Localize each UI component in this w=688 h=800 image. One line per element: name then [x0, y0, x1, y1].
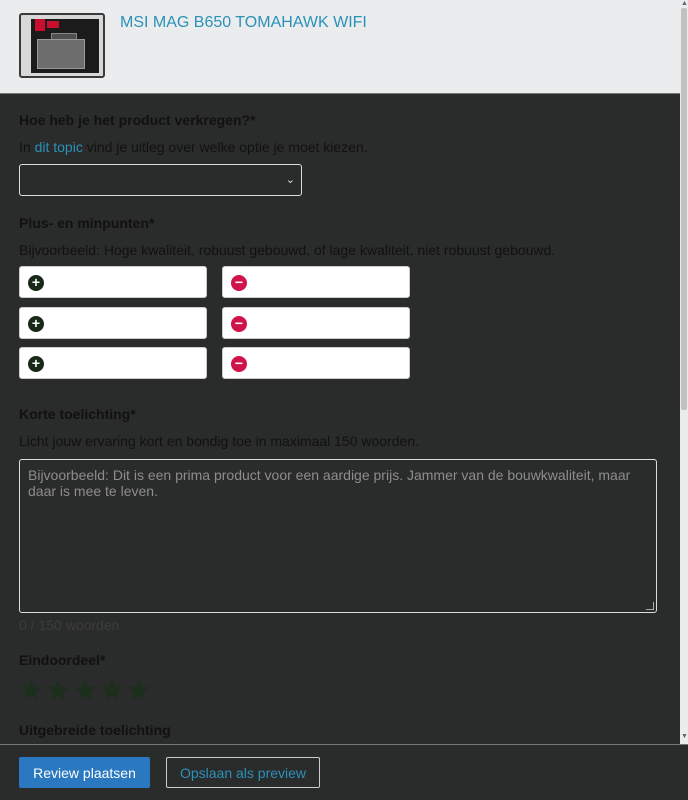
- acquired-desc-suffix: vind je uitleg over welke optie je moet …: [82, 139, 368, 155]
- submit-review-button[interactable]: Review plaatsen: [19, 757, 150, 788]
- scrollbar[interactable]: ▲ ▼: [680, 0, 688, 744]
- star-icon[interactable]: [19, 678, 43, 702]
- star-icon[interactable]: [46, 678, 70, 702]
- extended-label: Uitgebreide toelichting: [19, 722, 171, 738]
- form-footer: Review plaatsen Opslaan als preview: [0, 744, 688, 800]
- product-title[interactable]: MSI MAG B650 TOMAHAWK WIFI: [120, 14, 367, 32]
- proscons-example: Bijvoorbeeld: Hoge kwaliteit, robuust ge…: [19, 242, 556, 258]
- minus-input-2[interactable]: −: [222, 307, 410, 339]
- plus-circle-icon: +: [28, 356, 44, 372]
- rating-label: Eindoordeel*: [19, 652, 106, 668]
- plus-circle-icon: +: [28, 275, 44, 291]
- product-header: MSI MAG B650 TOMAHAWK WIFI: [0, 0, 680, 94]
- minus-input-3[interactable]: −: [222, 347, 410, 379]
- short-description: Licht jouw ervaring kort en bondig toe i…: [19, 433, 420, 449]
- plus-input-3[interactable]: +: [19, 347, 207, 379]
- topic-link[interactable]: dit topic: [35, 139, 83, 155]
- product-thumbnail[interactable]: [19, 13, 105, 78]
- acquired-desc-prefix: In: [19, 139, 35, 155]
- minus-circle-icon: −: [231, 356, 247, 372]
- scroll-up-icon[interactable]: ▲: [681, 0, 688, 7]
- textarea-placeholder: Bijvoorbeeld: Dit is een prima product v…: [28, 467, 631, 499]
- plus-circle-icon: +: [28, 316, 44, 332]
- minus-circle-icon: −: [231, 316, 247, 332]
- proscons-label: Plus- en minpunten*: [19, 215, 155, 231]
- star-icon[interactable]: [73, 678, 97, 702]
- chevron-down-icon: ⌄: [285, 174, 295, 186]
- star-icon[interactable]: [127, 678, 151, 702]
- short-label: Korte toelichting*: [19, 406, 136, 422]
- short-textarea[interactable]: Bijvoorbeeld: Dit is een prima product v…: [19, 459, 657, 613]
- scroll-down-icon[interactable]: ▼: [681, 733, 688, 740]
- plus-input-2[interactable]: +: [19, 307, 207, 339]
- acquired-select[interactable]: ⌄: [19, 164, 302, 196]
- scrollbar-thumb[interactable]: [681, 8, 687, 410]
- minus-circle-icon: −: [231, 275, 247, 291]
- minus-input-1[interactable]: −: [222, 266, 410, 298]
- resize-grip[interactable]: [646, 602, 654, 610]
- save-preview-button[interactable]: Opslaan als preview: [166, 757, 320, 788]
- plus-input-1[interactable]: +: [19, 266, 207, 298]
- acquired-description: In dit topic vind je uitleg over welke o…: [19, 139, 368, 155]
- star-icon[interactable]: [100, 678, 124, 702]
- star-rating[interactable]: [19, 678, 151, 702]
- word-counter: 0 / 150 woorden: [19, 617, 120, 633]
- acquired-label: Hoe heb je het product verkregen?*: [19, 112, 256, 128]
